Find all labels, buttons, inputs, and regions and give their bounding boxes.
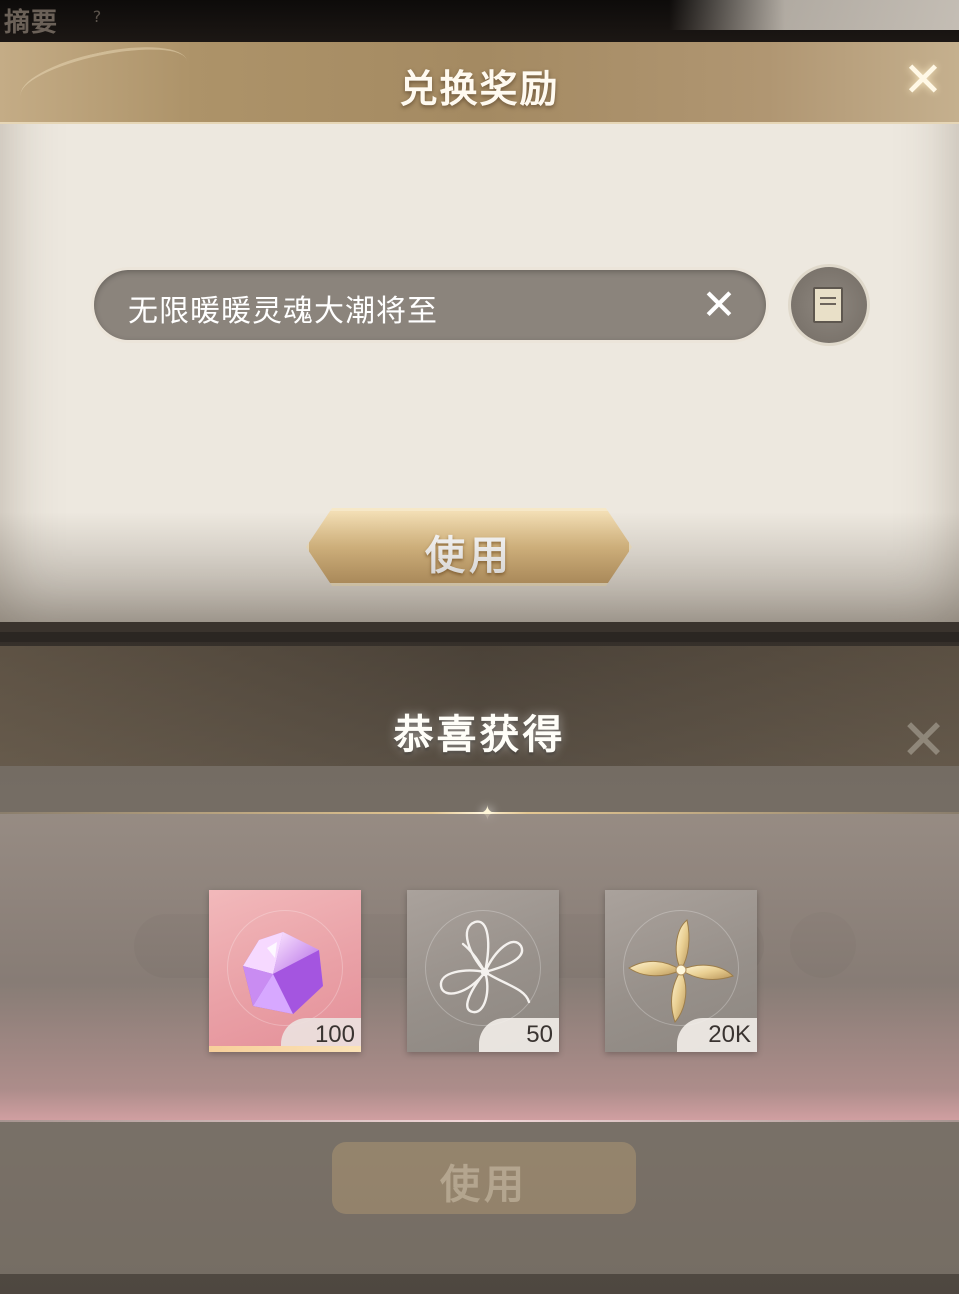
ribbon-thread-icon <box>439 920 531 1014</box>
dialog-header: 兑换奖励 ✕ <box>0 42 959 124</box>
help-icon[interactable]: ? <box>86 6 108 28</box>
use-button-label: 使用 <box>425 533 513 579</box>
use-button[interactable]: 使用 <box>306 508 632 586</box>
paste-button[interactable] <box>791 267 867 343</box>
reward-popup-title: 恭喜获得 <box>393 712 566 758</box>
close-icon[interactable]: ✕ <box>893 50 953 110</box>
item-quantity: 50 <box>479 1018 559 1052</box>
summary-title: 摘要 <box>4 8 59 38</box>
dimmed-use-button: 使用 <box>332 1142 636 1214</box>
reward-item-ribbon[interactable]: 50 <box>407 890 559 1052</box>
redeem-code-value: 无限暖暖灵魂大潮将至 <box>128 294 438 329</box>
gold-flower-icon <box>628 919 734 1023</box>
item-quantity: 20K <box>677 1018 757 1052</box>
tile-glow <box>209 1046 361 1052</box>
reward-item-crystal[interactable]: 100 <box>209 890 361 1052</box>
dialog-title: 兑换奖励 <box>399 67 560 111</box>
clipboard-icon <box>807 282 843 323</box>
crystal-icon <box>243 932 323 1014</box>
reward-item-gold-flower[interactable]: 20K <box>605 890 757 1052</box>
dimmed-use-label: 使用 <box>440 1162 528 1208</box>
header-fade <box>669 0 959 30</box>
redeem-dialog: 兑换奖励 ✕ 无限暖暖灵魂大潮将至 ✕ 使用 <box>0 42 959 632</box>
redeem-code-input[interactable]: 无限暖暖灵魂大潮将至 ✕ <box>94 270 766 340</box>
clear-icon[interactable]: ✕ <box>694 280 744 330</box>
background-summary-bar: 摘要 ? <box>0 0 959 42</box>
reward-divider-bottom <box>0 1120 959 1122</box>
